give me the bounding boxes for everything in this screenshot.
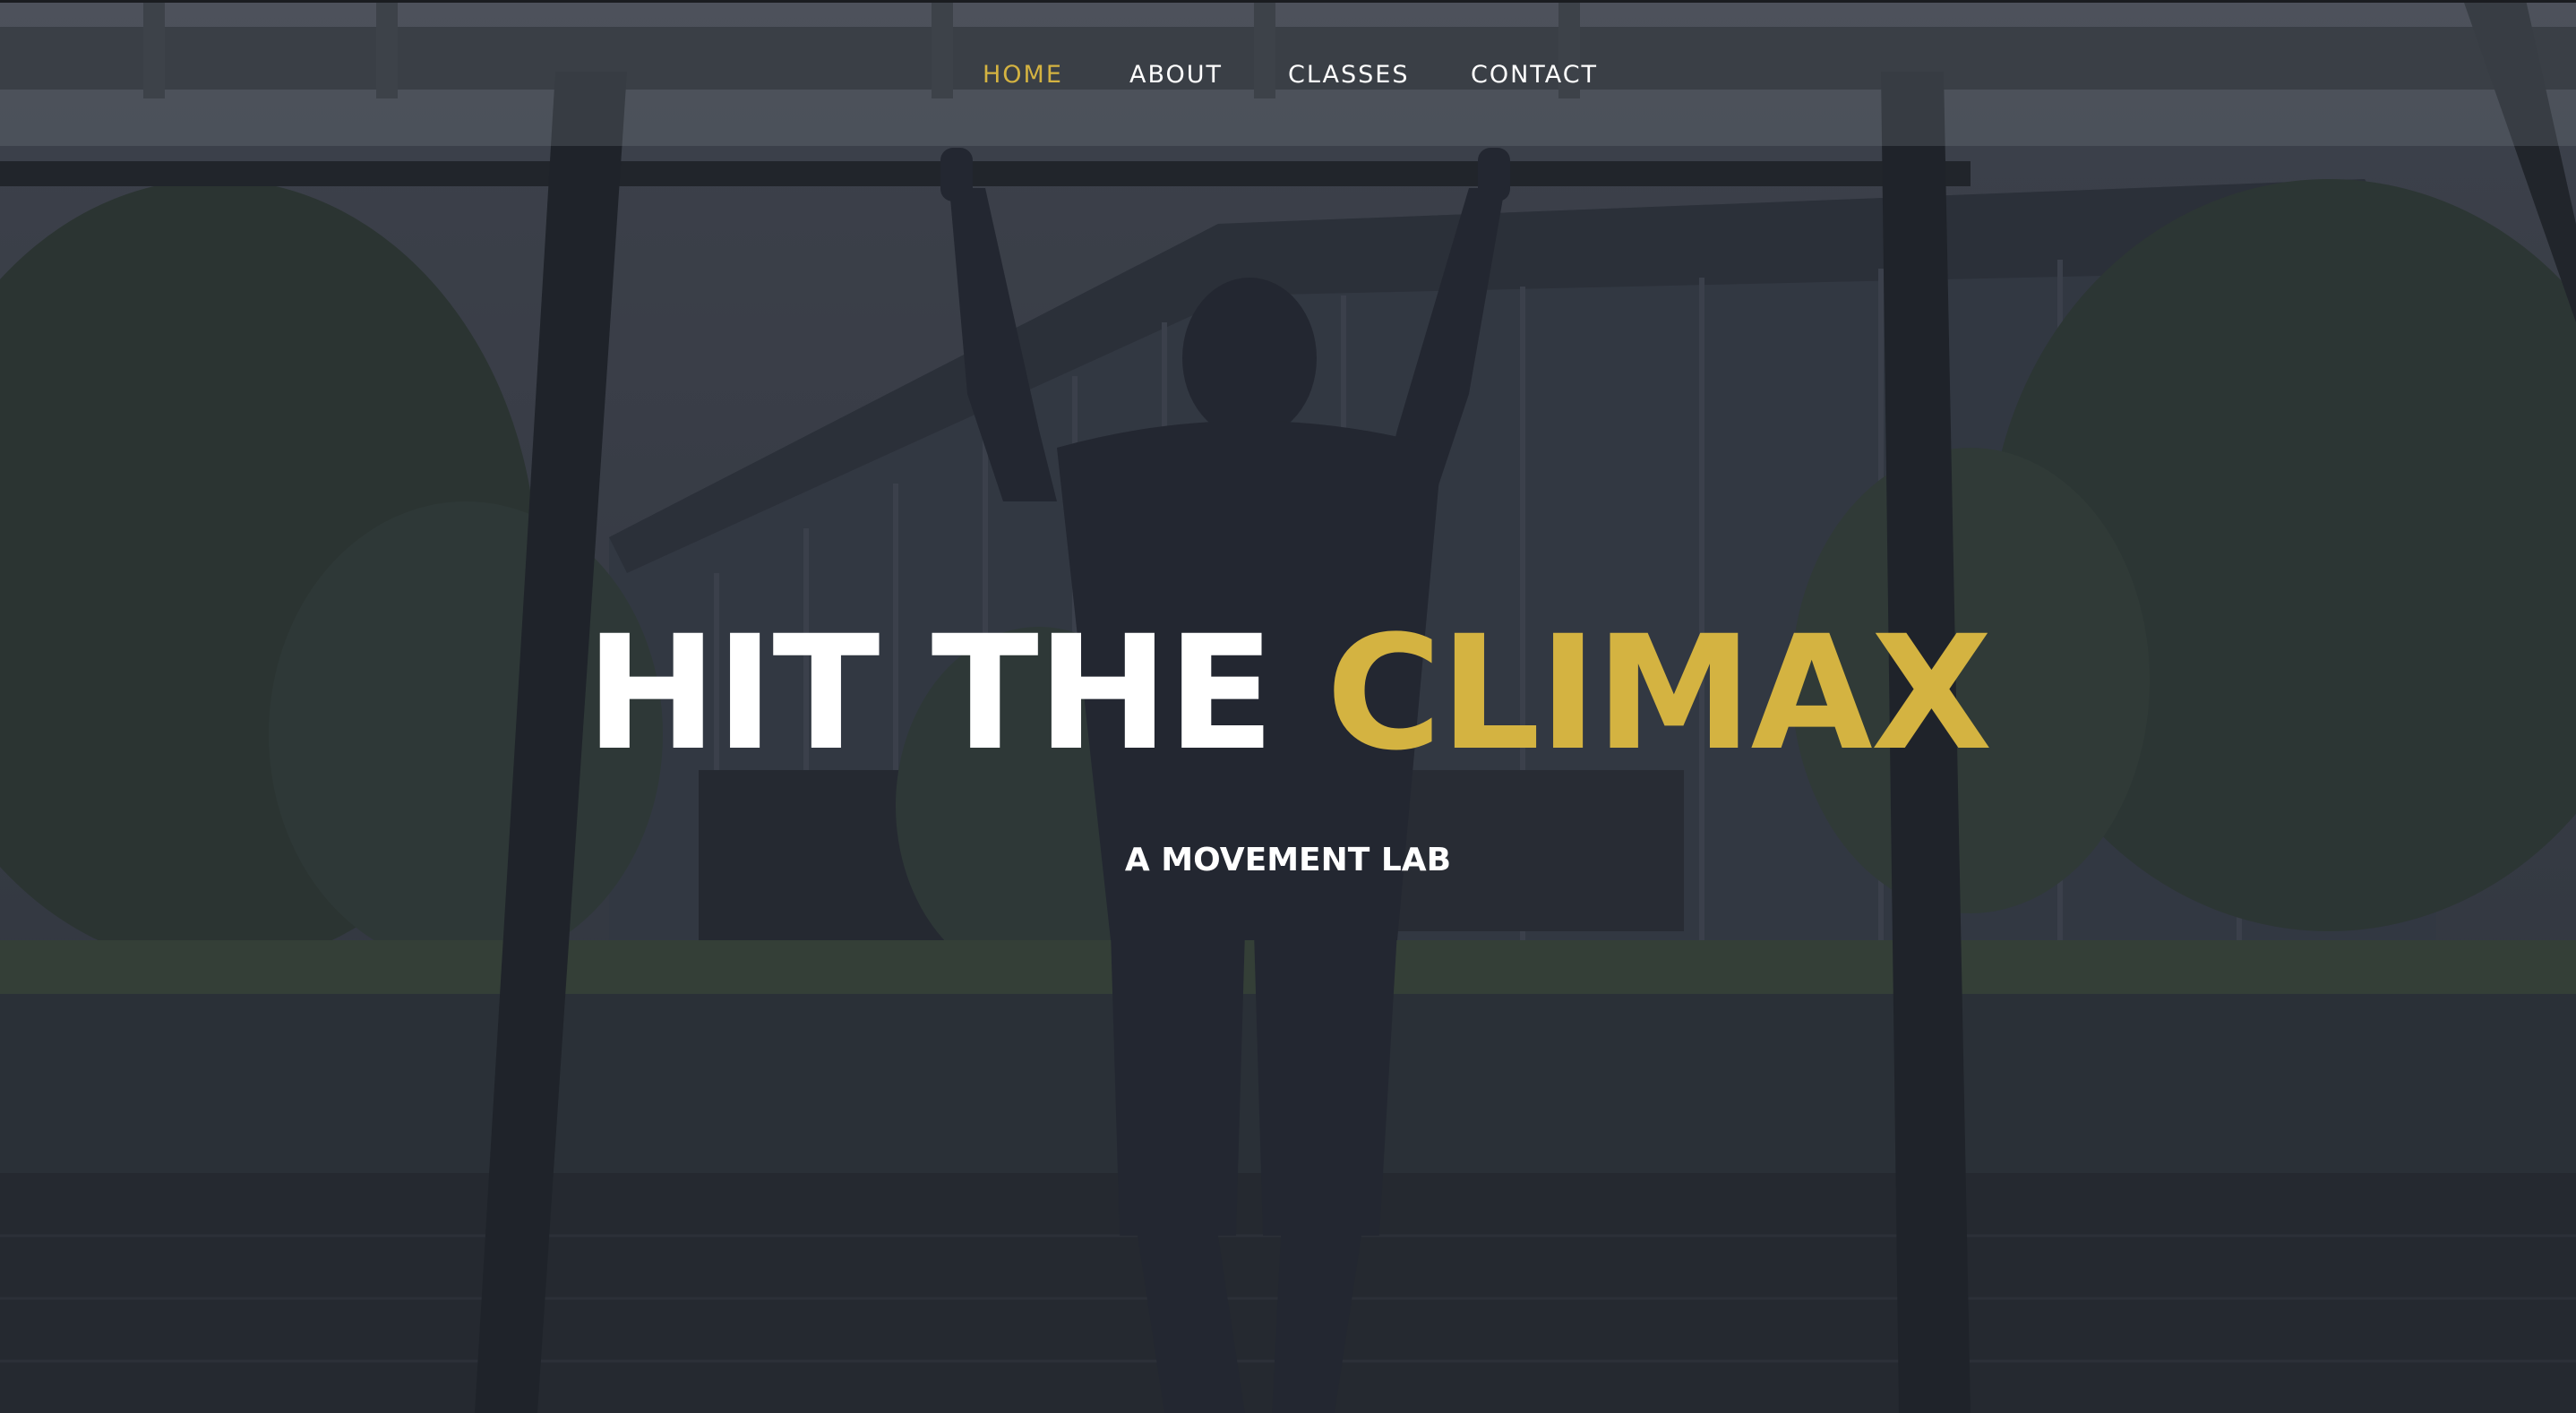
nav-link-about[interactable]: ABOUT — [1129, 61, 1223, 89]
nav-list: HOME ABOUT CLASSES CONTACT — [0, 3, 2576, 146]
hero-subtitle: A MOVEMENT LAB — [1124, 842, 1452, 878]
nav-item-contact: CONTACT — [1471, 3, 1598, 146]
nav-item-about: ABOUT — [1129, 3, 1223, 146]
nav-link-classes[interactable]: CLASSES — [1288, 61, 1409, 89]
hero-title: HIT THE CLIMAX — [0, 615, 2576, 773]
nav-item-classes: CLASSES — [1288, 3, 1409, 146]
hero-title-part1: HIT THE — [585, 602, 1275, 785]
hero-title-accent: CLIMAX — [1326, 602, 1993, 785]
nav-link-contact[interactable]: CONTACT — [1471, 61, 1598, 89]
nav-link-home[interactable]: HOME — [983, 61, 1063, 89]
hero-content: HIT THE CLIMAX A MOVEMENT LAB — [0, 615, 2576, 879]
hero-section: HOME ABOUT CLASSES CONTACT HIT THE CLIMA… — [0, 0, 2576, 1413]
main-navbar: HOME ABOUT CLASSES CONTACT — [0, 3, 2576, 146]
nav-item-home: HOME — [983, 3, 1063, 146]
